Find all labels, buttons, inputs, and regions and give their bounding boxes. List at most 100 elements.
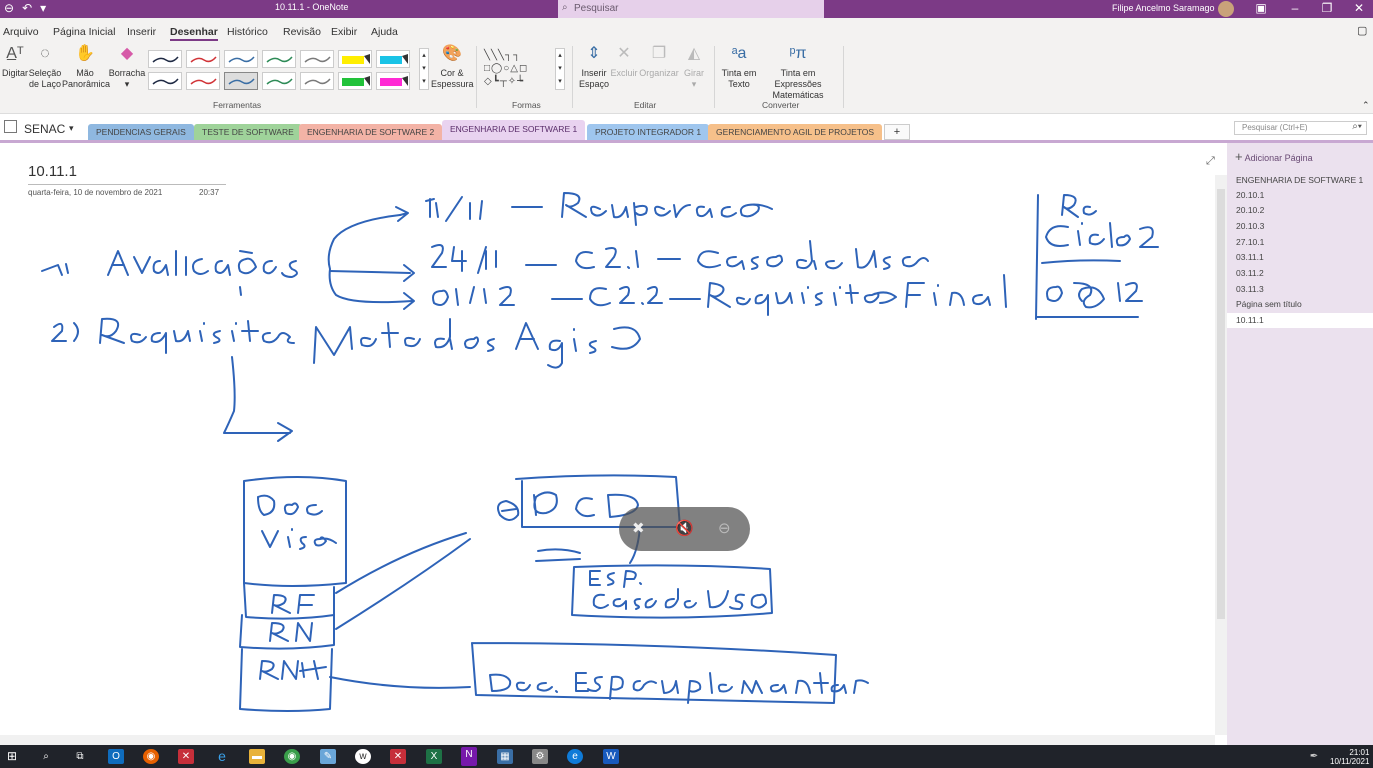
task-view-icon[interactable]: ⧉ (72, 749, 88, 764)
file-explorer-icon[interactable]: ▬ (249, 749, 265, 764)
excel-icon[interactable]: X (426, 749, 442, 764)
pen-swatch[interactable] (300, 50, 334, 68)
page-item-current[interactable]: 10.11.1 (1227, 313, 1373, 328)
pen-swatch[interactable] (224, 50, 258, 68)
delete-button[interactable]: ✕ Excluir (610, 46, 638, 79)
notes-pane-icon[interactable]: ▢ (1357, 24, 1367, 37)
title-search-box[interactable]: ⌕ Pesquisar (558, 0, 824, 18)
color-thickness-button[interactable]: 🎨 Cor & Espessura (431, 46, 474, 90)
back-icon[interactable]: ⊖ (4, 1, 14, 15)
unpin-icon[interactable]: ✖ (632, 519, 645, 537)
page-item-4[interactable]: 27.10.1 (1236, 237, 1264, 247)
app-w-icon[interactable]: w (355, 749, 371, 764)
chrome-icon[interactable]: ◉ (284, 749, 300, 764)
notepad-icon[interactable]: ✎ (320, 749, 336, 764)
shapes-gallery-scroll[interactable]: ▴ ▾ ▾ (555, 48, 565, 90)
section-tab[interactable]: PROJETO INTEGRADOR 1 (587, 124, 710, 140)
customize-icon[interactable]: ▾ (40, 1, 46, 15)
shapes-gallery[interactable]: ╲╲╲┐┐ □◯○△◻ ◇┗┬✧┶ (484, 49, 552, 91)
edge-icon[interactable]: e (567, 749, 583, 764)
pen-swatch[interactable] (300, 72, 334, 90)
page-item-1[interactable]: 20.10.1 (1236, 190, 1264, 200)
minimize-overlay-icon[interactable]: ⊖ (718, 519, 731, 537)
pen-swatch[interactable] (338, 50, 372, 68)
pen-swatch[interactable] (148, 72, 182, 90)
menu-inserir[interactable]: Inserir (127, 26, 156, 38)
page-item-8[interactable]: Página sem título (1236, 299, 1302, 309)
ink-to-text-icon: ᵃa (731, 45, 747, 62)
page-canvas[interactable]: 10.11.1 quarta-feira, 10 de novembro de … (0, 140, 1227, 745)
rotate-button[interactable]: ◭ Girar ▾ (680, 46, 708, 90)
section-tab[interactable]: ENGENHARIA DE SOFTWARE 1 (442, 120, 586, 140)
menu-revisao[interactable]: Revisão (283, 26, 321, 38)
calculator-icon[interactable]: ▦ (497, 749, 513, 764)
onenote-icon[interactable]: N (461, 747, 477, 766)
pen-swatch[interactable] (224, 72, 258, 90)
pen-swatch[interactable] (376, 72, 410, 90)
pen-swatch[interactable] (376, 50, 410, 68)
search-icon[interactable]: ⌕ (38, 749, 54, 764)
close-icon[interactable]: ✕ (1349, 1, 1369, 15)
handwritten-ink (41, 192, 1159, 712)
ribbon-display-icon[interactable]: ▣ (1251, 1, 1271, 15)
outlook-icon[interactable]: O (108, 749, 124, 764)
ink-to-math-button[interactable]: ᵖπ Tinta em Expressões Matemáticas (758, 46, 838, 101)
taskbar-clock[interactable]: 21:01 10/11/2021 (1330, 748, 1369, 766)
arrange-button[interactable]: ❐ Organizar (638, 46, 680, 79)
mute-icon[interactable]: 🔇 (675, 519, 694, 537)
page-item-7[interactable]: 03.11.3 (1236, 284, 1264, 294)
avatar[interactable] (1218, 1, 1234, 17)
pen-swatch[interactable] (262, 50, 296, 68)
notebook-dropdown-icon[interactable]: ▾ (69, 123, 74, 134)
word-icon[interactable]: W (603, 749, 619, 764)
windows-start-icon[interactable]: ⊞ (4, 749, 20, 764)
pen-tray-icon[interactable]: ✒ (1306, 749, 1322, 764)
app-x-icon[interactable]: ✕ (178, 749, 194, 764)
pen-swatch[interactable] (262, 72, 296, 90)
menu-desenhar[interactable]: Desenhar (170, 26, 218, 41)
page-item-6[interactable]: 03.11.2 (1236, 268, 1264, 278)
horizontal-scrollbar[interactable] (0, 735, 1215, 745)
scrollbar-thumb[interactable] (1217, 189, 1225, 619)
add-page-button[interactable]: + Adicionar Página (1235, 149, 1313, 164)
menu-exibir[interactable]: Exibir (331, 26, 357, 38)
menu-arquivo[interactable]: Arquivo (3, 26, 39, 38)
page-item-5[interactable]: 03.11.1 (1236, 252, 1264, 262)
section-tab[interactable]: GERENCIAMENTO AGIL DE PROJETOS (708, 124, 883, 140)
menu-historico[interactable]: Histórico (227, 26, 268, 38)
vertical-scrollbar[interactable] (1215, 175, 1227, 735)
section-tab[interactable]: PENDENCIAS GERAIS (88, 124, 194, 140)
app-x2-icon[interactable]: ✕ (390, 749, 406, 764)
menu-ajuda[interactable]: Ajuda (371, 26, 398, 38)
user-name[interactable]: Filipe Ancelmo Saramago (1112, 3, 1215, 13)
notebook-name[interactable]: SENAC (24, 122, 65, 136)
pen-swatch[interactable] (186, 50, 220, 68)
undo-icon[interactable]: ↶ (22, 1, 32, 15)
collapse-ribbon-icon[interactable]: ⌃ (1362, 100, 1370, 111)
page-item-2[interactable]: 20.10.2 (1236, 205, 1264, 215)
ie-icon[interactable]: e (214, 749, 230, 764)
add-section-button[interactable]: + (884, 124, 910, 140)
pen-gallery-scroll[interactable]: ▴ ▾ ▾ (419, 48, 429, 90)
pen-swatch[interactable] (186, 72, 220, 90)
eraser-dropdown-icon[interactable]: ▾ (125, 79, 130, 89)
lasso-select-button[interactable]: ◌ Seleção de Laço (28, 46, 62, 90)
menu-pagina-inicial[interactable]: Página Inicial (53, 26, 115, 38)
pen-swatch[interactable] (148, 50, 182, 68)
pan-button[interactable]: ✋ Mão Panorâmica (62, 46, 110, 90)
ink-to-text-button[interactable]: ᵃa Tinta em Texto (719, 45, 759, 90)
section-tab[interactable]: TESTE DE SOFTWARE (194, 124, 302, 140)
minimize-icon[interactable]: – (1285, 1, 1305, 15)
firefox-icon[interactable]: ◉ (143, 749, 159, 764)
page-search-input[interactable]: Pesquisar (Ctrl+E) ⌕▾ (1234, 121, 1367, 135)
ink-line-3 (432, 274, 1007, 316)
pen-swatch[interactable] (338, 72, 372, 90)
eraser-button[interactable]: ◆ Borracha ▾ (108, 46, 146, 90)
app-tool-icon[interactable]: ⚙ (532, 749, 548, 764)
page-list-panel: + Adicionar Página ENGENHARIA DE SOFTWAR… (1227, 140, 1373, 745)
page-item-3[interactable]: 20.10.3 (1236, 221, 1264, 231)
insert-space-button[interactable]: ⇕ Inserir Espaço (578, 46, 610, 90)
type-button[interactable]: A̲ᵀ Digitar (0, 46, 30, 79)
restore-icon[interactable]: ❐ (1317, 1, 1337, 15)
section-tab[interactable]: ENGENHARIA DE SOFTWARE 2 (299, 124, 443, 140)
